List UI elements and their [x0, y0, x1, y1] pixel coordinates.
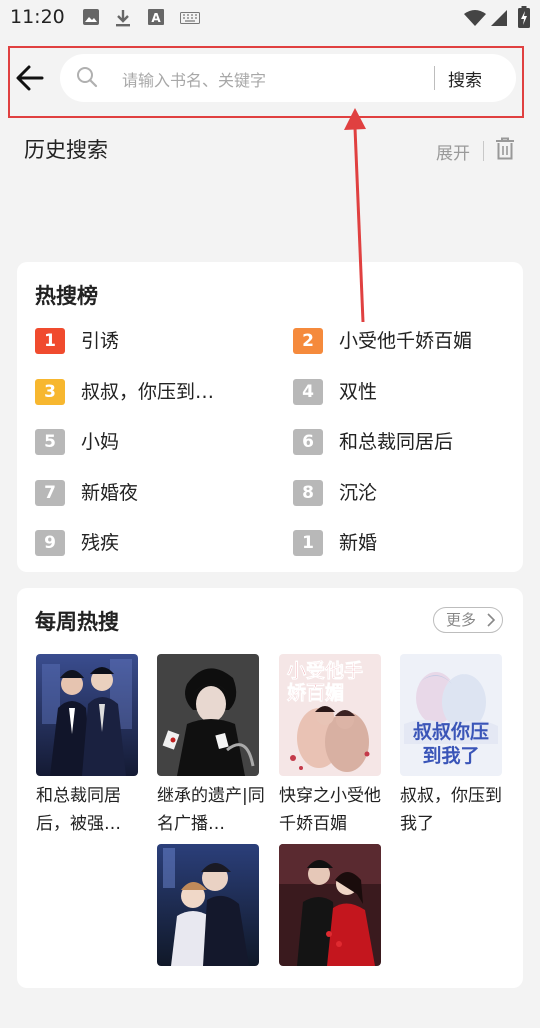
book-title: 继承的遗产|同名广播…	[157, 786, 265, 834]
search-button[interactable]: 搜索	[448, 66, 482, 91]
search-icon	[77, 67, 98, 88]
book-item[interactable]: 和总裁同居后，被强…	[36, 654, 140, 838]
hot-search-title: 热搜榜	[35, 284, 98, 308]
rank-badge: 4	[293, 378, 323, 405]
hot-item-text: 叔叔，你压到…	[81, 380, 215, 403]
status-time: 11:20	[10, 6, 65, 28]
book-cover[interactable]	[36, 654, 138, 776]
text-a-icon: A	[148, 9, 164, 25]
rank-badge: 2	[293, 328, 323, 354]
hot-list-item[interactable]: 6 和总裁同居后	[293, 427, 513, 457]
hot-list-item[interactable]: 4 双性	[293, 377, 513, 407]
hot-item-text: 和总裁同居后	[339, 431, 454, 453]
image-icon	[83, 9, 99, 25]
search-bar: 搜索	[0, 44, 540, 114]
wifi-icon	[464, 10, 486, 26]
hot-item-text: 残疾	[81, 532, 120, 554]
cover-title-text: 叔叔你压到我了	[412, 721, 489, 767]
hot-item-text: 引诱	[81, 330, 120, 352]
hot-search-card: 热搜榜 1 引诱 2 小受他千娇百媚 3 叔叔，你压到… 4 双性 5 小妈 6 和总裁同居后 7 新婚夜…	[17, 262, 523, 572]
rank-badge: 9	[35, 530, 65, 556]
weekly-hot-title: 每周热搜	[35, 610, 119, 634]
book-title	[157, 972, 267, 1028]
book-title: 快穿之小受他千娇百媚	[279, 786, 381, 834]
more-label: 更多	[446, 611, 477, 629]
hot-list-item[interactable]: 3 叔叔，你压到…	[35, 377, 255, 407]
hot-list-item[interactable]: 1 引诱	[35, 326, 255, 356]
book-title	[279, 972, 389, 1028]
history-title: 历史搜索	[24, 138, 108, 162]
hot-item-text: 双性	[339, 380, 378, 403]
book-item[interactable]: 继承的遗产|同名广播…	[157, 654, 265, 838]
download-icon	[116, 10, 130, 27]
rank-badge: 1	[35, 328, 65, 354]
search-divider	[434, 66, 435, 90]
hot-list-item[interactable]: 5 小妈	[35, 427, 255, 457]
book-cover-art	[157, 654, 259, 776]
history-divider	[483, 141, 484, 161]
hot-item-text: 沉沦	[339, 481, 378, 504]
rank-badge: 8	[293, 479, 323, 506]
status-bar: 11:20 A	[0, 0, 540, 36]
hot-item-text: 小妈	[81, 431, 120, 453]
book-title: 和总裁同居后，被强…	[36, 786, 121, 834]
book-cover[interactable]: 叔叔你压到我了	[400, 654, 502, 776]
book-title: 叔叔，你压到我了	[400, 786, 502, 834]
search-box[interactable]: 搜索	[60, 54, 516, 102]
hot-list-item[interactable]: 1 新婚	[293, 528, 513, 558]
rank-badge: 3	[35, 378, 65, 405]
search-input[interactable]	[120, 64, 424, 96]
book-item[interactable]: 小受他手娇百媚 快穿之小受他千娇百媚	[279, 654, 383, 838]
hot-item-text: 新婚夜	[81, 481, 139, 504]
hot-list-item[interactable]: 2 小受他千娇百媚	[293, 326, 513, 356]
book-item[interactable]	[157, 844, 261, 1028]
hot-item-text: 新婚	[339, 532, 378, 554]
book-cover[interactable]	[157, 844, 259, 966]
rank-badge: 1	[293, 530, 323, 556]
book-cover-art	[157, 844, 259, 966]
book-cover[interactable]	[157, 654, 259, 776]
hot-list-item[interactable]: 7 新婚夜	[35, 478, 255, 508]
rank-badge: 6	[293, 429, 323, 455]
history-expand-button[interactable]: 展开	[436, 139, 470, 164]
book-item[interactable]	[279, 844, 383, 1028]
battery-charging-icon	[518, 6, 530, 28]
keyboard-icon	[180, 12, 200, 24]
trash-icon[interactable]	[495, 137, 515, 161]
hot-list-item[interactable]: 9 残疾	[35, 528, 255, 558]
weekly-hot-card: 每周热搜 更多 和总裁同居后，被强… 继承的遗产|同名广播… 小受他手娇百媚 快…	[17, 588, 523, 988]
rank-badge: 5	[35, 429, 65, 455]
book-cover[interactable]	[279, 844, 381, 966]
book-cover[interactable]: 小受他手娇百媚	[279, 654, 381, 776]
hot-item-text: 小受他千娇百媚	[339, 330, 473, 352]
book-cover-art	[36, 654, 138, 776]
book-item[interactable]: 叔叔你压到我了 叔叔，你压到我了	[400, 654, 504, 838]
svg-text:A: A	[151, 11, 161, 25]
more-button[interactable]: 更多	[433, 607, 503, 633]
chevron-right-icon	[487, 613, 496, 627]
cover-title-text: 小受他手娇百媚	[287, 660, 364, 705]
book-cover-art	[279, 844, 381, 966]
signal-icon	[491, 10, 507, 26]
back-arrow-icon[interactable]	[12, 60, 48, 96]
hot-list-item[interactable]: 8 沉沦	[293, 478, 513, 508]
rank-badge: 7	[35, 479, 65, 506]
